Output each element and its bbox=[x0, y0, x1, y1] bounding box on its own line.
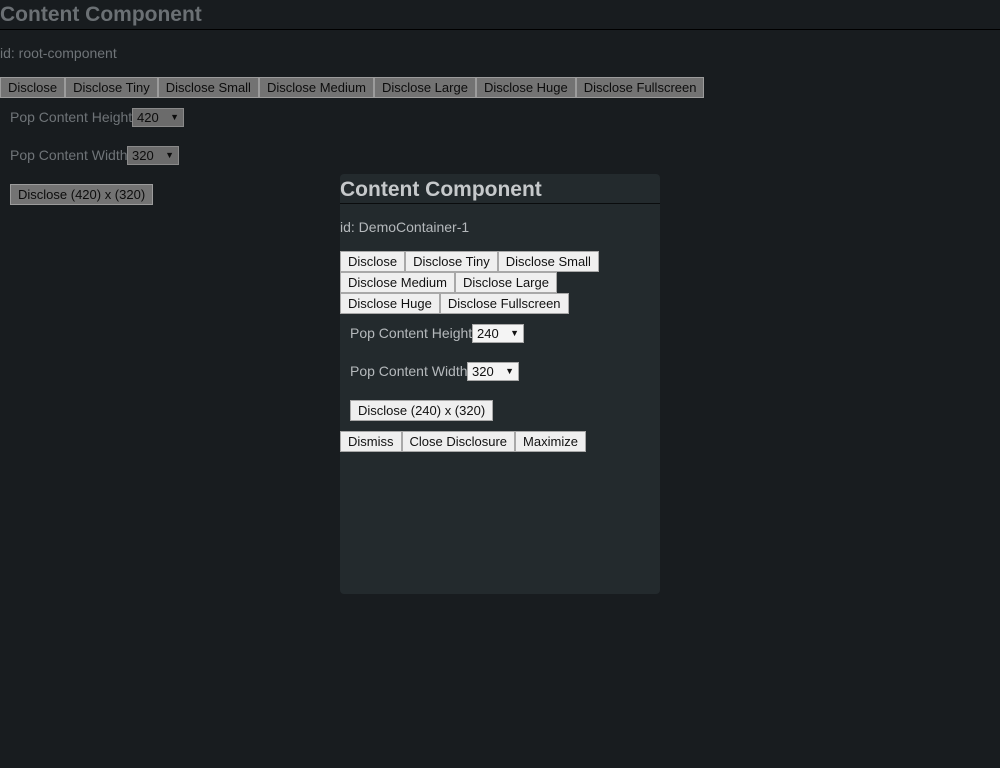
maximize-button[interactable]: Maximize bbox=[515, 431, 586, 452]
popup-title-divider bbox=[340, 203, 660, 204]
disclose-large-button[interactable]: Disclose Large bbox=[373, 77, 476, 98]
popup-button-row-1: Disclose Disclose Tiny Disclose Small bbox=[340, 251, 599, 272]
chevron-down-icon: ▼ bbox=[165, 150, 174, 160]
popup-disclose-custom-size-button[interactable]: Disclose (240) x (320) bbox=[350, 400, 494, 421]
disclose-custom-size-button[interactable]: Disclose (420) x (320) bbox=[10, 184, 154, 205]
pop-content-height-select[interactable]: 420 ▼ bbox=[132, 108, 184, 127]
chevron-down-icon: ▼ bbox=[170, 112, 179, 122]
popup-disclose-huge-button[interactable]: Disclose Huge bbox=[340, 293, 440, 314]
popup-title: Content Component bbox=[340, 178, 542, 201]
title-divider bbox=[0, 29, 1000, 30]
pop-content-width-select[interactable]: 320 ▼ bbox=[127, 146, 179, 165]
disclose-huge-button[interactable]: Disclose Huge bbox=[475, 77, 576, 98]
popup-disclose-small-button[interactable]: Disclose Small bbox=[497, 251, 599, 272]
pop-content-width-label: Pop Content Width bbox=[10, 147, 128, 163]
popup-pop-content-height-value: 240 bbox=[477, 326, 499, 341]
pop-content-height-value: 420 bbox=[137, 110, 159, 125]
popup-disclose-fullscreen-button[interactable]: Disclose Fullscreen bbox=[439, 293, 569, 314]
chevron-down-icon: ▼ bbox=[510, 328, 519, 338]
popup-pop-content-width-label: Pop Content Width bbox=[350, 363, 468, 379]
popup-disclose-tiny-button[interactable]: Disclose Tiny bbox=[405, 251, 498, 272]
popup-disclose-large-button[interactable]: Disclose Large bbox=[454, 272, 557, 293]
chevron-down-icon: ▼ bbox=[505, 366, 514, 376]
popup-disclose-button[interactable]: Disclose bbox=[340, 251, 406, 272]
component-id-label: id: root-component bbox=[0, 45, 117, 61]
popup-disclose-medium-button[interactable]: Disclose Medium bbox=[340, 272, 455, 293]
page-title: Content Component bbox=[0, 3, 202, 26]
popup-component-id-label: id: DemoContainer-1 bbox=[340, 219, 470, 235]
disclose-button-row: Disclose Disclose Tiny Disclose Small Di… bbox=[0, 77, 705, 98]
dismiss-button[interactable]: Dismiss bbox=[340, 431, 402, 452]
pop-content-width-value: 320 bbox=[132, 148, 154, 163]
popup-pop-content-height-label: Pop Content Height bbox=[350, 325, 473, 341]
popup-pop-content-width-value: 320 bbox=[472, 364, 494, 379]
disclose-tiny-button[interactable]: Disclose Tiny bbox=[65, 77, 158, 98]
disclose-fullscreen-button[interactable]: Disclose Fullscreen bbox=[575, 77, 705, 98]
pop-content-height-label: Pop Content Height bbox=[10, 109, 133, 125]
popup-button-row-3: Disclose Huge Disclose Fullscreen bbox=[340, 293, 569, 314]
disclose-small-button[interactable]: Disclose Small bbox=[157, 77, 259, 98]
disclose-medium-button[interactable]: Disclose Medium bbox=[258, 77, 374, 98]
close-disclosure-button[interactable]: Close Disclosure bbox=[401, 431, 516, 452]
popup-pop-content-width-select[interactable]: 320 ▼ bbox=[467, 362, 519, 381]
popup-pop-content-height-select[interactable]: 240 ▼ bbox=[472, 324, 524, 343]
popup-control-row: Dismiss Close Disclosure Maximize bbox=[340, 431, 586, 452]
popup-button-row-2: Disclose Medium Disclose Large bbox=[340, 272, 557, 293]
disclose-button[interactable]: Disclose bbox=[0, 77, 66, 98]
disclosure-popup: Content Component id: DemoContainer-1 Di… bbox=[340, 174, 660, 594]
